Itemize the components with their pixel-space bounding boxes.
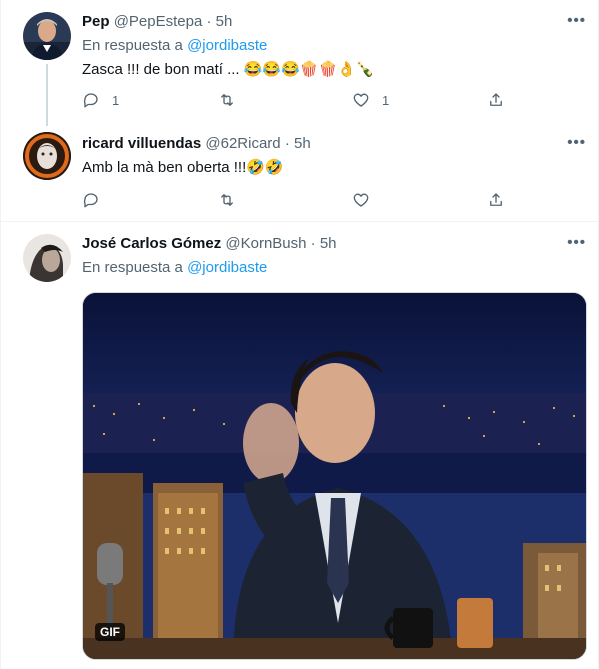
retweet-button[interactable] (218, 190, 236, 210)
like-button[interactable] (352, 190, 370, 210)
display-name[interactable]: Pep (82, 13, 110, 30)
timestamp[interactable]: 5h (294, 135, 311, 152)
action-bar: 1 1 (82, 90, 512, 110)
display-name[interactable]: José Carlos Gómez (82, 235, 221, 252)
action-bar (82, 190, 512, 210)
tweet-header: ricard villuendas @62Ricard · 5h (82, 134, 311, 154)
more-icon[interactable]: ••• (567, 134, 586, 151)
display-name[interactable]: ricard villuendas (82, 135, 201, 152)
tweet-header: Pep @PepEstepa · 5h (82, 12, 232, 32)
retweet-button[interactable] (218, 90, 236, 110)
reply-handle-link[interactable]: @jordibaste (187, 259, 267, 276)
tweet-text: Zasca !!! de bon matí ... 😂😂😂🍿🍿👌🍾 (82, 61, 375, 78)
reply-button[interactable] (82, 190, 112, 210)
timestamp[interactable]: 5h (320, 235, 337, 252)
retweet-icon (221, 94, 233, 106)
like-icon (353, 193, 369, 207)
tweet-text: Amb la mà ben oberta !!!🤣🤣 (82, 159, 284, 176)
reply-prefix: En respuesta a (82, 259, 183, 276)
share-icon (490, 193, 502, 206)
retweet-icon (221, 194, 233, 206)
gif-frame-image (83, 293, 586, 659)
separator: · (284, 135, 290, 152)
reply-icon (83, 93, 98, 108)
like-icon (353, 93, 369, 107)
reply-count: 1 (112, 92, 120, 108)
tweet-pep[interactable]: Pep @PepEstepa · 5h ••• En respuesta a @… (1, 0, 599, 126)
reply-context: En respuesta a @jordibaste (82, 36, 267, 56)
handle[interactable]: @KornBush (225, 235, 306, 252)
handle[interactable]: @PepEstepa (114, 13, 203, 30)
reply-handle-link[interactable]: @jordibaste (187, 37, 267, 54)
avatar[interactable] (23, 12, 71, 60)
thread-line (46, 64, 48, 126)
share-icon (490, 93, 502, 106)
share-button[interactable] (487, 90, 505, 110)
more-icon[interactable]: ••• (567, 12, 586, 29)
tweet-header: José Carlos Gómez @KornBush · 5h (82, 234, 337, 254)
share-button[interactable] (487, 190, 505, 210)
gif-badge: GIF (95, 623, 125, 641)
handle[interactable]: @62Ricard (205, 135, 280, 152)
avatar[interactable] (23, 132, 71, 180)
like-count: 1 (382, 92, 390, 108)
reply-button[interactable]: 1 (82, 90, 119, 110)
tweet-feed: Pep @PepEstepa · 5h ••• En respuesta a @… (0, 0, 599, 669)
more-icon[interactable]: ••• (567, 234, 586, 251)
reply-context: En respuesta a @jordibaste (82, 258, 267, 278)
reply-icon (83, 193, 98, 208)
gif-media[interactable]: GIF (82, 292, 587, 660)
avatar[interactable] (23, 234, 71, 282)
separator: · (206, 13, 212, 30)
like-button[interactable]: 1 (352, 90, 389, 110)
reply-prefix: En respuesta a (82, 37, 183, 54)
timestamp[interactable]: 5h (216, 13, 233, 30)
tweet-ricard[interactable]: ricard villuendas @62Ricard · 5h ••• Amb… (1, 124, 599, 221)
separator: · (310, 235, 316, 252)
